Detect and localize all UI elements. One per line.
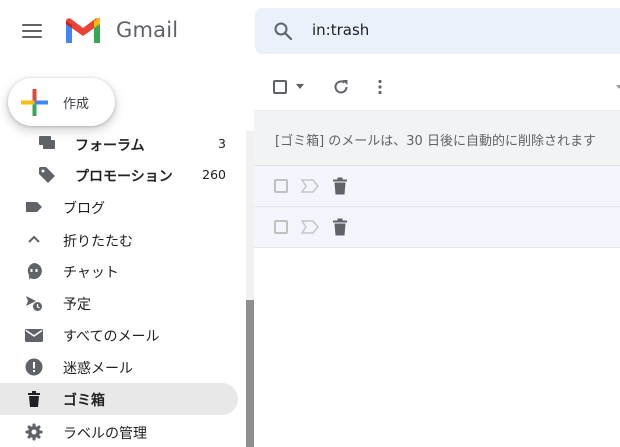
sidebar-item-label: 予定 [63,297,91,313]
sidebar-item-chat[interactable]: チャット [0,255,238,287]
unread-count: 3 [218,136,226,151]
sidebar-item-label: ラベルの管理 [63,426,147,442]
sidebar-item-spam[interactable]: 迷惑メール [0,351,238,383]
sidebar: フォーラム 3 プロモーション 260 ブログ 折りたたむ チャット 予定 すべ… [0,131,246,447]
chat-icon [27,263,42,280]
more-options-icon[interactable] [371,78,389,96]
sidebar-item-label: すべてのメール [63,329,160,345]
unread-count: 260 [202,167,226,182]
trash-icon[interactable] [332,218,348,236]
forum-icon [39,136,55,149]
importance-marker-icon[interactable] [301,178,319,194]
mail-toolbar [254,62,620,111]
brand-title: Gmail [116,18,179,42]
gear-icon [25,423,43,441]
mail-row[interactable] [254,166,620,207]
refresh-icon[interactable] [332,78,350,96]
search-input[interactable]: in:trash [312,21,369,39]
sidebar-item-label: チャット [63,265,119,281]
sidebar-item-promotions[interactable]: プロモーション 260 [0,159,238,191]
chevron-up-icon [28,235,40,243]
label-tag-icon [39,167,55,183]
sidebar-item-scheduled[interactable]: 予定 [0,287,238,319]
search-bar[interactable]: in:trash [255,8,620,54]
sidebar-item-label: ゴミ箱 [63,393,105,409]
sidebar-item-all-mail[interactable]: すべてのメール [0,319,238,351]
sidebar-item-forums[interactable]: フォーラム 3 [0,131,238,160]
sidebar-item-blog[interactable]: ブログ [0,191,238,223]
trash-info-banner: [ゴミ箱] のメールは、30 日後に自動的に削除されます [254,111,620,166]
toolbar-overflow-icon[interactable] [614,78,620,96]
mail-row[interactable] [254,207,620,248]
sidebar-item-label: 迷惑メール [63,361,133,377]
sidebar-item-label: ブログ [63,201,105,217]
mail-icon [25,329,43,342]
sidebar-item-label: フォーラム [75,138,145,154]
sidebar-item-trash[interactable]: ゴミ箱 [0,383,238,415]
row-checkbox[interactable] [274,179,288,193]
compose-button[interactable]: 作成 [8,78,115,126]
compose-label: 作成 [63,97,90,112]
sidebar-scrollbar-thumb[interactable] [246,300,254,447]
main-menu-button[interactable] [22,22,44,40]
spam-icon [25,358,43,376]
banner-text: [ゴミ箱] のメールは、30 日後に自動的に削除されます [275,134,596,149]
trash-icon[interactable] [332,177,348,195]
plus-icon [21,89,48,116]
importance-marker-icon[interactable] [301,219,319,235]
search-icon[interactable] [273,21,293,41]
sidebar-item-label: プロモーション [75,169,173,185]
sidebar-item-manage-labels[interactable]: ラベルの管理 [0,416,238,447]
gmail-logo-icon[interactable] [64,17,102,45]
label-icon [26,202,42,212]
select-dropdown-icon[interactable] [296,84,304,89]
select-all-checkbox[interactable] [273,80,287,94]
row-checkbox[interactable] [274,220,288,234]
sidebar-item-label: 折りたたむ [63,234,133,250]
scheduled-icon [26,296,42,311]
sidebar-item-collapse[interactable]: 折りたたむ [0,224,238,256]
trash-icon [28,391,40,407]
